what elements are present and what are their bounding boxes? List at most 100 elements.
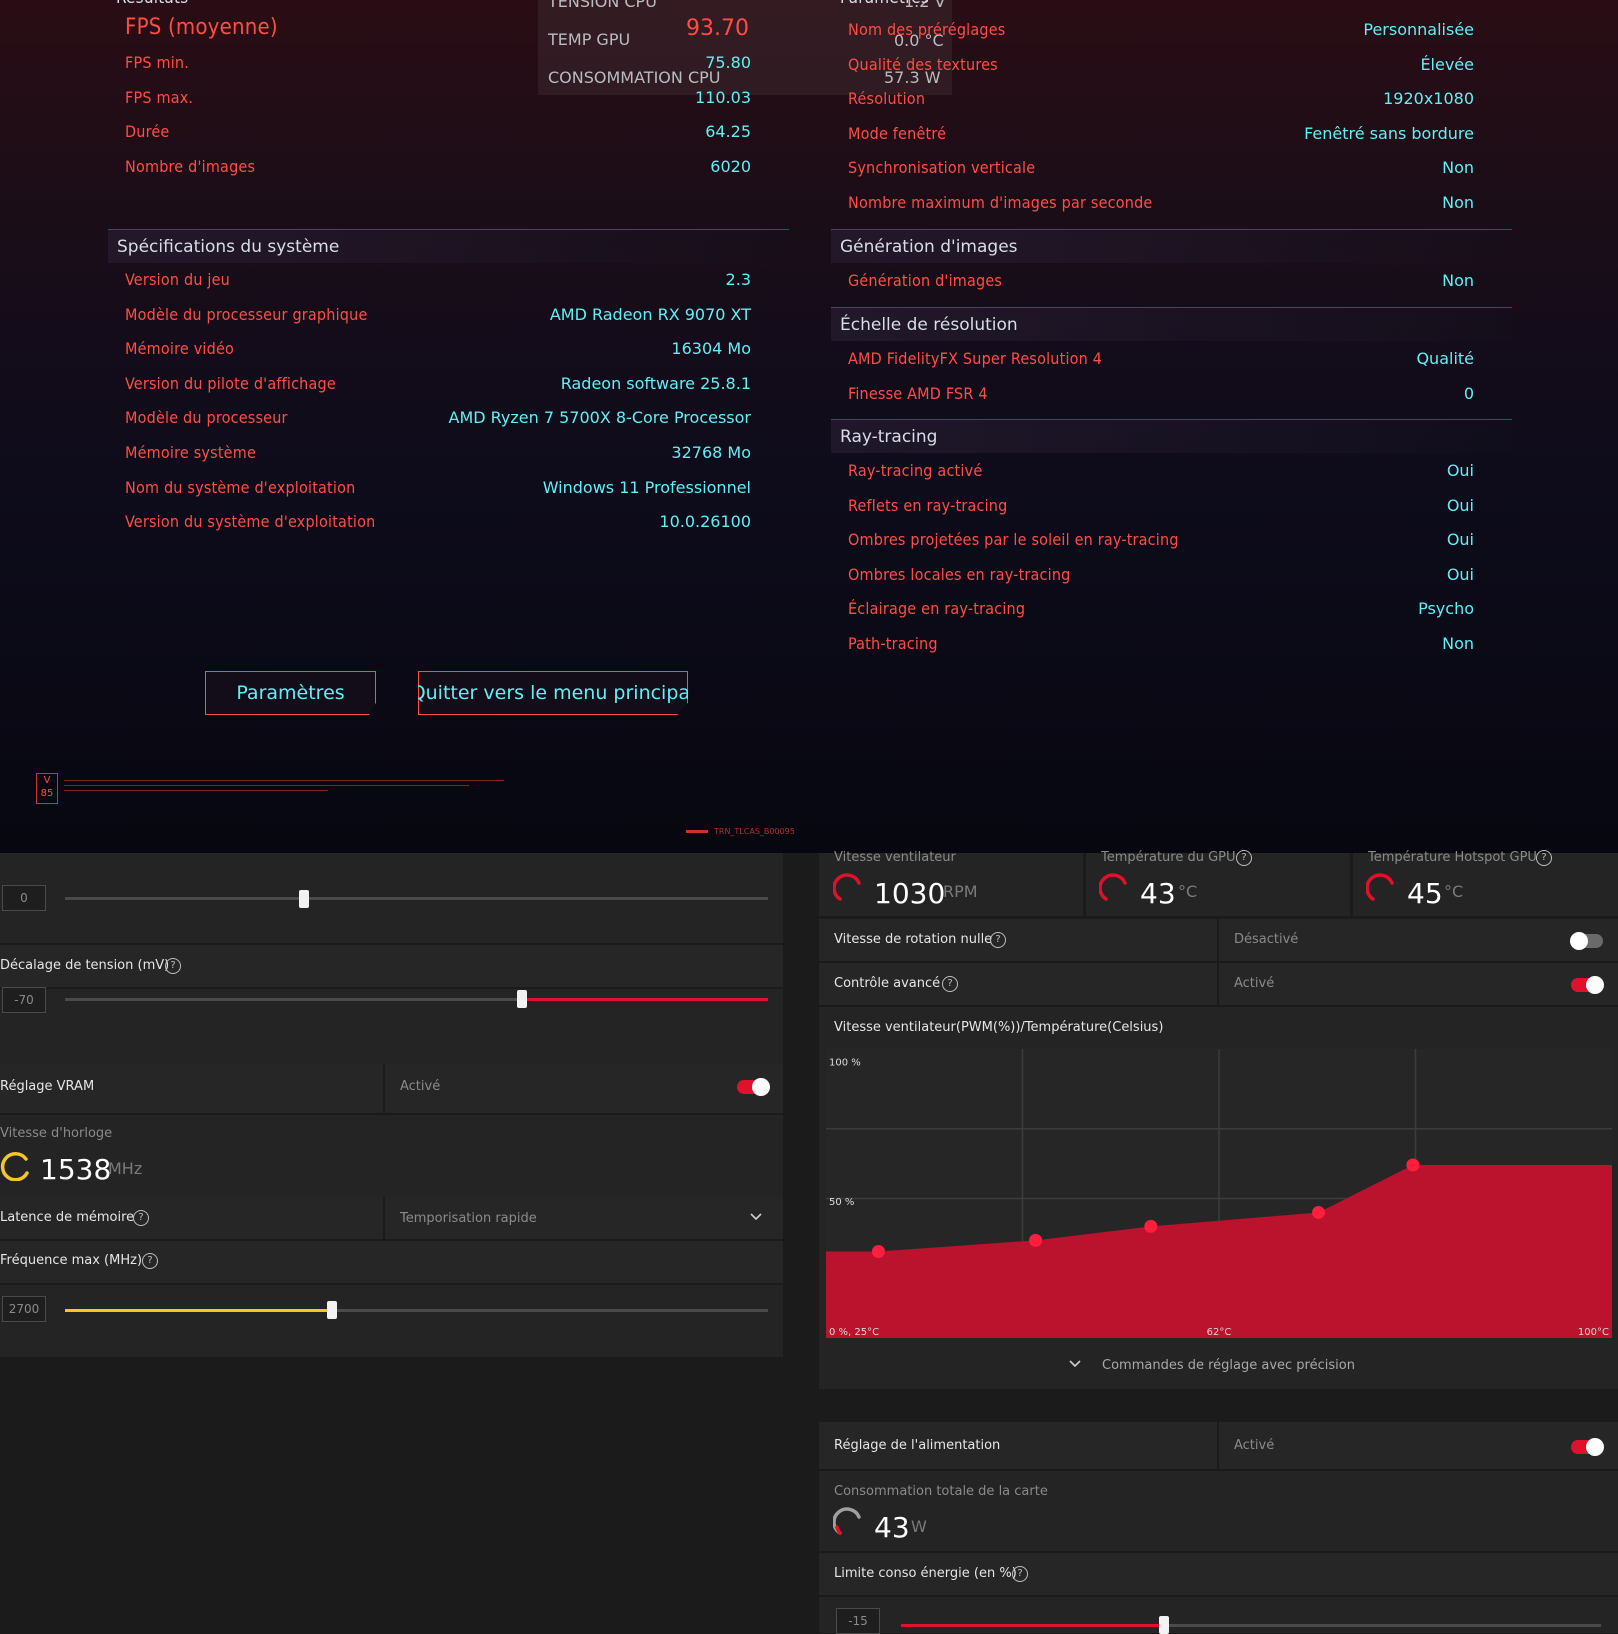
stats-row-value: 6020 — [710, 156, 751, 176]
stats-row-value: 64.25 — [705, 122, 751, 142]
board-power-unit: W — [911, 1517, 927, 1536]
cpu-power-label: CONSOMMATION CPU — [548, 68, 721, 87]
power-limit-value[interactable]: -15 — [836, 1608, 880, 1634]
help-icon[interactable]: ? — [990, 932, 1006, 948]
power-tuning-toggle[interactable] — [1571, 1438, 1604, 1456]
rt-row-label: Ray-tracing activé — [848, 461, 983, 480]
divider — [1217, 919, 1219, 961]
system-row-label: Version du jeu — [125, 270, 230, 289]
first-slider-track[interactable] — [65, 897, 768, 900]
scaling-row-label: Finesse AMD FSR 4 — [848, 383, 988, 403]
stats-row-label: Nombre d'images — [125, 156, 256, 176]
divider — [1217, 1422, 1219, 1469]
voltage-offset-value[interactable]: -70 — [2, 987, 46, 1013]
fps-avg-label: FPS (moyenne) — [125, 15, 278, 40]
scaling-title: Échelle de résolution — [840, 314, 1018, 335]
help-icon[interactable]: ? — [1236, 850, 1252, 866]
vram-state: Activé — [400, 1079, 441, 1094]
fan-curve-point[interactable] — [871, 1245, 885, 1259]
power-limit-fill — [901, 1624, 1164, 1627]
help-icon[interactable]: ? — [165, 958, 181, 974]
power-tuning-state: Activé — [1234, 1438, 1275, 1453]
system-row-value: AMD Ryzen 7 5700X 8-Core Processor — [448, 408, 752, 428]
vram-row — [0, 1064, 783, 1113]
memory-latency-select[interactable]: Temporisation rapide — [400, 1211, 537, 1226]
rt-row-value: Oui — [1446, 530, 1474, 550]
power-limit-label: Limite conso énergie (en %) — [834, 1566, 1017, 1581]
system-row-label: Mémoire système — [125, 443, 256, 462]
system-row-label: Mémoire vidéo — [125, 339, 235, 359]
fan-curve-point[interactable] — [1144, 1219, 1158, 1233]
stats-row-label: FPS min. — [125, 53, 189, 72]
system-row-label: Nom du système d'exploitation — [125, 477, 356, 497]
power-tuning-label: Réglage de l'alimentation — [834, 1438, 1001, 1453]
quit-to-main-menu-button[interactable]: Quitter vers le menu principal — [418, 671, 688, 715]
memory-latency-label: Latence de mémoire — [0, 1210, 135, 1225]
vram-toggle[interactable] — [737, 1078, 770, 1096]
clock-speed-value: 1538 — [40, 1153, 112, 1186]
zero-rpm-label: Vitesse de rotation nulle — [834, 932, 993, 947]
stats-row-value: 110.03 — [695, 87, 751, 107]
settings-row-value: Élevée — [1420, 54, 1474, 74]
framegen-header: Génération d'images — [831, 229, 1512, 263]
settings-row-value: Fenêtré sans bordure — [1304, 123, 1474, 143]
stats-row-label: FPS max. — [125, 87, 194, 107]
system-row-label: Modèle du processeur — [125, 408, 288, 428]
system-row-value: Radeon software 25.8.1 — [560, 373, 751, 393]
scaling-header: Échelle de résolution — [831, 307, 1512, 341]
precision-controls-toggle[interactable]: Commandes de réglage avec précision — [1102, 1358, 1355, 1373]
settings-header: Paramètres — [840, 0, 929, 8]
gpu-temp-value: 43 — [1140, 877, 1176, 910]
power-gauge-icon — [833, 1507, 861, 1535]
gpu-temp-label: Température du GPU — [1101, 850, 1236, 865]
board-power-value: 43 — [874, 1511, 910, 1544]
adrenalin-tuning-panel: 0 Décalage de tension (mV) ? -70 Réglage… — [0, 850, 1618, 1634]
hotspot-temp-label: Température Hotspot GPU — [1368, 850, 1537, 865]
chart-x-tick-label: 62°C — [1207, 1327, 1232, 1338]
zero-rpm-toggle[interactable] — [1570, 932, 1603, 950]
help-icon[interactable]: ? — [1536, 850, 1552, 866]
scaling-row-label: AMD FidelityFX Super Resolution 4 — [848, 349, 1103, 368]
help-icon[interactable]: ? — [942, 976, 958, 992]
rt-row-label: Ombres projetées par le soleil en ray-tr… — [848, 530, 1179, 550]
first-slider-thumb[interactable] — [299, 890, 310, 908]
max-frequency-thumb[interactable] — [327, 1301, 338, 1319]
fan-speed-value: 1030 — [874, 877, 946, 910]
rt-row-value: Oui — [1446, 495, 1474, 515]
vram-label: Réglage VRAM — [0, 1079, 95, 1094]
fan-curve-point[interactable] — [1406, 1158, 1420, 1172]
first-slider-value[interactable]: 0 — [2, 885, 46, 911]
system-row-value: AMD Radeon RX 9070 XT — [549, 304, 751, 324]
advanced-control-toggle[interactable] — [1571, 976, 1604, 994]
chevron-down-icon[interactable] — [749, 1212, 763, 1222]
system-row-value: 2.3 — [725, 270, 751, 289]
advanced-control-label: Contrôle avancé — [834, 976, 941, 991]
max-frequency-value[interactable]: 2700 — [2, 1296, 46, 1322]
chevron-down-icon[interactable] — [1068, 1359, 1082, 1369]
fan-curve-point[interactable] — [1312, 1205, 1326, 1219]
power-limit-thumb[interactable] — [1159, 1616, 1169, 1634]
logo: V 85 — [36, 773, 58, 804]
fan-gauge-icon — [833, 873, 861, 901]
fan-curve-chart[interactable]: 100 % 50 % 0 %, 25°C 62°C 100°C — [826, 1049, 1612, 1338]
fps-avg-value: 93.70 — [686, 16, 749, 41]
system-row-value: 16304 Mo — [671, 339, 751, 359]
settings-row-label: Résolution — [848, 89, 926, 109]
hardware-monitor-overlay: TENSION CPU 1.2 V TEMP GPU 0.0 °C CONSOM… — [538, 0, 952, 95]
scaling-row-value: Qualité — [1416, 349, 1474, 368]
voltage-offset-fill — [521, 998, 768, 1001]
hotspot-gauge-icon — [1366, 873, 1394, 901]
help-icon[interactable]: ? — [1012, 1566, 1028, 1582]
rt-row-value: Non — [1442, 634, 1474, 653]
advanced-control-state: Activé — [1234, 976, 1275, 991]
settings-row-value: Non — [1442, 193, 1474, 212]
help-icon[interactable]: ? — [142, 1253, 158, 1269]
system-row-value: Windows 11 Professionnel — [542, 477, 751, 497]
settings-row-value: 1920x1080 — [1383, 89, 1474, 109]
zero-rpm-state: Désactivé — [1234, 932, 1299, 947]
fan-curve-point[interactable] — [1029, 1233, 1043, 1247]
voltage-offset-thumb[interactable] — [516, 990, 527, 1008]
settings-button[interactable]: Paramètres — [205, 671, 376, 715]
help-icon[interactable]: ? — [133, 1210, 149, 1226]
board-power-label: Consommation totale de la carte — [834, 1484, 1048, 1499]
